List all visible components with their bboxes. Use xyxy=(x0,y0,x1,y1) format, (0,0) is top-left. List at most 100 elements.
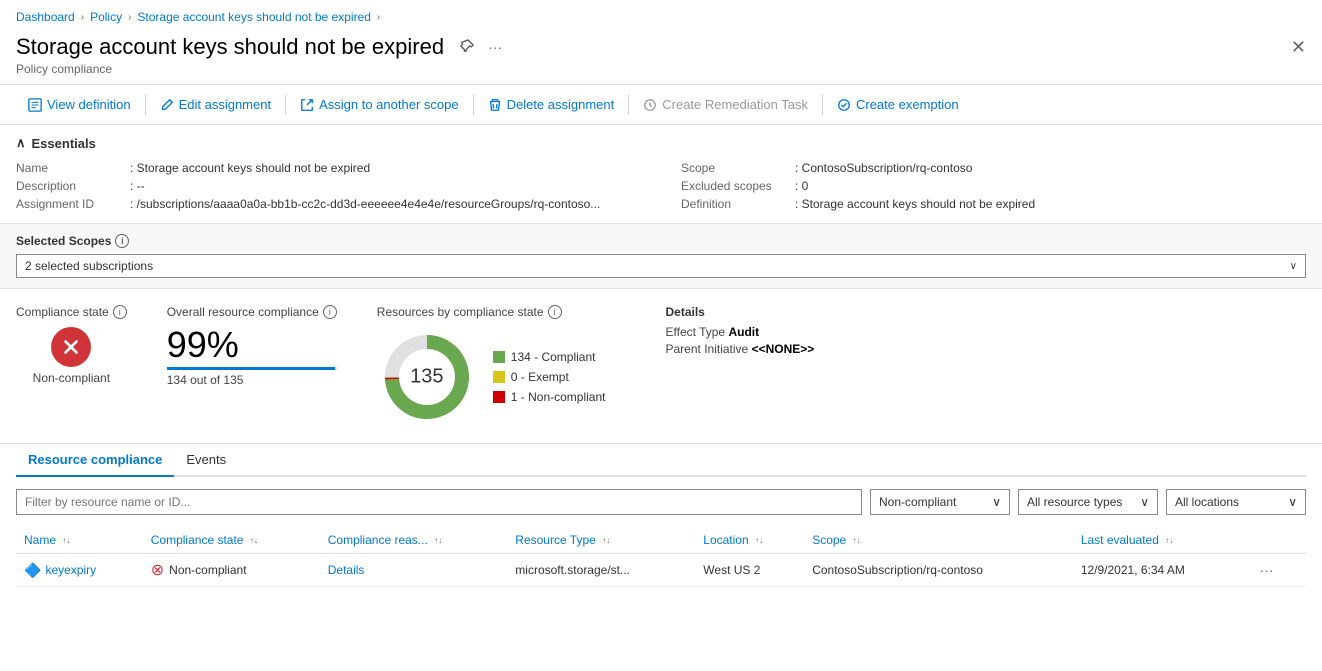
overall-compliance-label: Overall resource compliance i xyxy=(167,305,337,319)
row-type-cell: microsoft.storage/st... xyxy=(507,554,695,587)
compliance-state-value: Non-compliant xyxy=(33,371,110,385)
edit-assignment-button[interactable]: Edit assignment xyxy=(148,93,284,116)
essentials-excluded-label: Excluded scopes xyxy=(681,179,791,193)
scope-dropdown[interactable]: 2 selected subscriptions ∨ xyxy=(16,254,1306,278)
row-evaluated-cell: 12/9/2021, 6:34 AM xyxy=(1073,554,1246,587)
overall-compliance-info-icon[interactable]: i xyxy=(323,305,337,319)
create-exemption-button[interactable]: Create exemption xyxy=(825,93,971,116)
location-filter[interactable]: All locations ∨ xyxy=(1166,489,1306,515)
col-resource-type[interactable]: Resource Type ↑↓ xyxy=(507,527,695,554)
toolbar-divider-1 xyxy=(145,95,146,115)
effect-type-value: Audit xyxy=(728,325,759,339)
compliance-state-filter-value: Non-compliant xyxy=(879,495,956,509)
row-location-cell: West US 2 xyxy=(695,554,804,587)
non-compliant-icon xyxy=(51,327,91,367)
pin-button[interactable] xyxy=(456,37,478,58)
resource-compliance-tabs: Resource compliance Events xyxy=(16,444,1306,477)
breadcrumb-dashboard[interactable]: Dashboard xyxy=(16,10,75,24)
location-chevron-icon: ∨ xyxy=(1288,495,1297,509)
resource-table: Name ↑↓ Compliance state ↑↓ Compliance r… xyxy=(16,527,1306,587)
scopes-label: Selected Scopes i xyxy=(16,234,1306,248)
tab-events[interactable]: Events xyxy=(174,444,238,477)
compliance-bar-fill xyxy=(167,367,335,370)
essentials-name-label: Name xyxy=(16,161,126,175)
edit-assignment-label: Edit assignment xyxy=(179,97,272,112)
compliance-state-filter[interactable]: Non-compliant ∨ xyxy=(870,489,1010,515)
col-scope[interactable]: Scope ↑↓ xyxy=(804,527,1073,554)
view-definition-button[interactable]: View definition xyxy=(16,93,143,116)
delete-assignment-button[interactable]: Delete assignment xyxy=(476,93,627,116)
create-exemption-label: Create exemption xyxy=(856,97,959,112)
row-compliance-state-value: Non-compliant xyxy=(169,563,246,577)
toolbar: View definition Edit assignment Assign t… xyxy=(0,85,1322,125)
donut-total-label: 135 xyxy=(410,366,443,389)
col-last-evaluated[interactable]: Last evaluated ↑↓ xyxy=(1073,527,1246,554)
row-more-cell: ··· xyxy=(1246,554,1306,587)
sort-scope-icon: ↑↓ xyxy=(853,537,861,545)
scopes-info-icon[interactable]: i xyxy=(115,234,129,248)
scope-dropdown-value: 2 selected subscriptions xyxy=(25,259,153,273)
compliance-state-cell: ⊗ Non-compliant xyxy=(151,560,312,580)
col-name[interactable]: Name ↑↓ xyxy=(16,527,143,554)
effect-type-label: Effect Type xyxy=(666,325,726,339)
essentials-id-label: Assignment ID xyxy=(16,197,126,211)
resource-filter-input[interactable] xyxy=(16,489,862,515)
noncompliant-dot xyxy=(493,391,505,403)
donut-chart: 135 xyxy=(377,327,477,427)
sort-location-icon: ↑↓ xyxy=(755,537,763,545)
assign-scope-button[interactable]: Assign to another scope xyxy=(288,93,470,116)
toolbar-divider-4 xyxy=(628,95,629,115)
non-compliant-x-icon: ⊗ xyxy=(151,560,164,580)
breadcrumb-policy[interactable]: Policy xyxy=(90,10,122,24)
breadcrumb-sep-3: › xyxy=(377,12,380,23)
essentials-definition-value: : Storage account keys should not be exp… xyxy=(795,197,1035,211)
essentials-scope-value: : ContosoSubscription/rq-contoso xyxy=(795,161,972,175)
essentials-grid: Name : Storage account keys should not b… xyxy=(16,159,1306,213)
essentials-definition-label: Definition xyxy=(681,197,791,211)
essentials-title: Essentials xyxy=(32,136,96,151)
resources-by-state-label: Resources by compliance state i xyxy=(377,305,606,319)
location-filter-value: All locations xyxy=(1175,495,1239,509)
filters-row: Non-compliant ∨ All resource types ∨ All… xyxy=(16,489,1306,515)
breadcrumb: Dashboard › Policy › Storage account key… xyxy=(0,0,1322,30)
breadcrumb-current: Storage account keys should not be expir… xyxy=(137,10,370,24)
resource-type-filter-value: All resource types xyxy=(1027,495,1122,509)
essentials-id-value: : /subscriptions/aaaa0a0a-bb1b-cc2c-dd3d… xyxy=(130,197,600,211)
resource-type-filter[interactable]: All resource types ∨ xyxy=(1018,489,1158,515)
row-compliance-state-cell: ⊗ Non-compliant xyxy=(143,554,320,587)
col-compliance-state[interactable]: Compliance state ↑↓ xyxy=(143,527,320,554)
resources-by-state-info-icon[interactable]: i xyxy=(548,305,562,319)
tab-resource-compliance[interactable]: Resource compliance xyxy=(16,444,174,477)
view-definition-label: View definition xyxy=(47,97,131,112)
details-title: Details xyxy=(666,305,815,319)
resources-by-state-title: Resources by compliance state xyxy=(377,305,544,319)
table-header-row: Name ↑↓ Compliance state ↑↓ Compliance r… xyxy=(16,527,1306,554)
more-options-button[interactable]: ··· xyxy=(484,37,506,57)
essentials-id-row: Assignment ID : /subscriptions/aaaa0a0a-… xyxy=(16,195,641,213)
col-location[interactable]: Location ↑↓ xyxy=(695,527,804,554)
essentials-excluded-value: : 0 xyxy=(795,179,808,193)
page-header: Storage account keys should not be expir… xyxy=(0,30,1322,85)
table-row: 🔷 keyexpiry ⊗ Non-compliant Details micr… xyxy=(16,554,1306,587)
essentials-header[interactable]: ∧ Essentials xyxy=(16,135,1306,151)
sort-reason-icon: ↑↓ xyxy=(434,537,442,545)
breadcrumb-sep-1: › xyxy=(81,12,84,23)
compliance-state-display: Non-compliant xyxy=(16,327,127,385)
chevron-down-icon: ∨ xyxy=(1290,261,1297,272)
row-more-button[interactable]: ··· xyxy=(1254,560,1280,580)
exempt-dot xyxy=(493,371,505,383)
exempt-label: 0 - Exempt xyxy=(511,370,569,384)
delete-assignment-label: Delete assignment xyxy=(507,97,615,112)
scope-value: ContosoSubscription/rq-contoso xyxy=(812,563,983,577)
compliance-state-block: Compliance state i Non-compliant xyxy=(16,305,127,427)
resource-name-link[interactable]: 🔷 keyexpiry xyxy=(24,562,135,579)
sort-name-icon: ↑↓ xyxy=(62,537,70,545)
close-button[interactable]: ✕ xyxy=(1291,37,1306,58)
create-remediation-button[interactable]: Create Remediation Task xyxy=(631,93,820,116)
sort-evaluated-icon: ↑↓ xyxy=(1165,537,1173,545)
sort-state-icon: ↑↓ xyxy=(250,537,258,545)
col-compliance-reason[interactable]: Compliance reas... ↑↓ xyxy=(320,527,508,554)
compliance-state-label: Compliance state i xyxy=(16,305,127,319)
compliance-details-link[interactable]: Details xyxy=(328,563,365,577)
compliance-state-info-icon[interactable]: i xyxy=(113,305,127,319)
